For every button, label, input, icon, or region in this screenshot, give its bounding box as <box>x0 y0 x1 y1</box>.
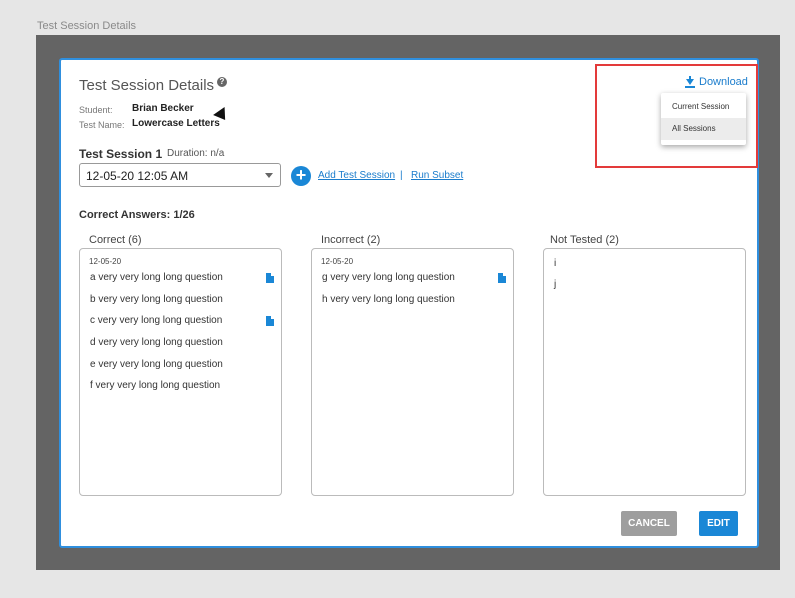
student-label: Student: <box>79 105 113 115</box>
list-item[interactable]: c very very long long question <box>90 315 222 326</box>
column-title-not-tested: Not Tested (2) <box>550 234 619 246</box>
student-value: Brian Becker <box>132 103 194 114</box>
add-test-session-link[interactable]: Add Test Session <box>318 170 395 181</box>
test-session-modal: Test Session Details ? Student: Brian Be… <box>59 58 759 548</box>
link-separator: | <box>400 170 403 181</box>
list-item[interactable]: f very very long long question <box>90 380 220 391</box>
list-item[interactable]: i <box>554 258 556 269</box>
list-item[interactable]: g very very long long question <box>322 272 455 283</box>
column-title-correct: Correct (6) <box>89 234 142 246</box>
list-item[interactable]: j <box>554 279 556 290</box>
session-title: Test Session 1 <box>79 147 163 161</box>
correct-list-date: 12-05-20 <box>89 257 122 266</box>
test-name-label: Test Name: <box>79 120 125 130</box>
correct-answers-summary: Correct Answers: 1/26 <box>79 209 195 221</box>
menu-item-current-session[interactable]: Current Session <box>661 96 746 118</box>
run-subset-link[interactable]: Run Subset <box>411 170 463 181</box>
document-icon[interactable] <box>266 273 274 283</box>
document-icon[interactable] <box>498 273 506 283</box>
download-button[interactable]: Download <box>699 76 748 88</box>
document-icon[interactable] <box>266 316 274 326</box>
add-session-plus-icon[interactable]: + <box>291 166 311 186</box>
cancel-button[interactable]: CANCEL <box>621 511 677 536</box>
menu-item-all-sessions[interactable]: All Sessions <box>661 118 746 140</box>
modal-title: Test Session Details <box>79 77 215 94</box>
list-item[interactable]: d very very long long question <box>90 337 223 348</box>
list-item[interactable]: h very very long long question <box>322 294 455 305</box>
session-date-value: 12-05-20 12:05 AM <box>86 169 189 183</box>
download-icon[interactable] <box>685 76 695 88</box>
list-item[interactable]: a very very long long question <box>90 272 223 283</box>
chevron-down-icon <box>265 173 273 178</box>
session-date-select[interactable]: 12-05-20 12:05 AM <box>79 163 281 187</box>
edit-button[interactable]: EDIT <box>699 511 738 536</box>
column-title-incorrect: Incorrect (2) <box>321 234 381 246</box>
download-menu: Current Session All Sessions <box>661 93 746 145</box>
help-icon[interactable]: ? <box>217 77 227 87</box>
duration-text: Duration: n/a <box>167 148 225 159</box>
page-caption: Test Session Details <box>37 20 137 32</box>
list-item[interactable]: e very very long long question <box>90 359 223 370</box>
correct-list-box: 12-05-20 a very very long long question … <box>79 248 282 496</box>
list-item[interactable]: b very very long long question <box>90 294 223 305</box>
not-tested-list-box: i j <box>543 248 746 496</box>
incorrect-list-box: 12-05-20 g very very long long question … <box>311 248 514 496</box>
test-name-value: Lowercase Letters <box>132 118 220 129</box>
incorrect-list-date: 12-05-20 <box>321 257 354 266</box>
